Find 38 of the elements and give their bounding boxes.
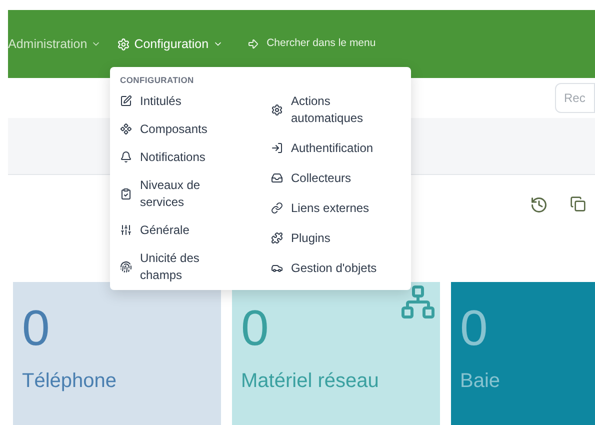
network-icon: [400, 284, 436, 320]
bell-icon: [120, 151, 132, 164]
diamonds-icon: [120, 123, 132, 136]
puzzle-icon: [271, 232, 283, 244]
menu-heading: CONFIGURATION: [120, 74, 194, 87]
menu-item[interactable]: Niveaux de services: [120, 176, 259, 211]
login-icon: [271, 142, 283, 154]
menu-item[interactable]: Générale: [120, 222, 259, 239]
inbox-icon: [271, 172, 283, 184]
menu-item[interactable]: Composants: [120, 120, 259, 138]
menu-item[interactable]: Notifications: [120, 148, 259, 166]
link-icon: [271, 202, 283, 214]
clipboard-icon: [120, 188, 132, 200]
menu-item[interactable]: Authentification: [271, 140, 393, 157]
history-icon[interactable]: [530, 196, 548, 214]
fingerprint-icon: [120, 260, 132, 273]
stat-label: Matériel réseau: [241, 369, 379, 394]
menu-item[interactable]: Liens externes: [271, 200, 393, 217]
stat-value: 0: [460, 299, 488, 358]
menu-item[interactable]: Intitulés: [120, 92, 259, 110]
stat-label: Baie: [460, 369, 500, 394]
pencil-icon: [120, 95, 132, 108]
menu-item[interactable]: Unicité des champs: [120, 250, 259, 284]
copy-icon[interactable]: [570, 196, 586, 212]
menu-item[interactable]: Plugins: [271, 230, 393, 247]
menu-item[interactable]: Collecteurs: [271, 170, 393, 187]
gear-icon: [117, 38, 130, 50]
stat-value: 0: [22, 299, 50, 358]
car-icon: [271, 262, 283, 274]
arrow-icon: [246, 38, 259, 50]
stat-value: 0: [241, 299, 269, 358]
stat-label: Téléphone: [22, 369, 117, 394]
nav-menu[interactable]: Configuration: [117, 34, 223, 54]
search-field[interactable]: Rec: [555, 83, 595, 113]
sliders-icon: [120, 224, 132, 236]
gear-icon: [271, 104, 283, 116]
menu-item[interactable]: Gestion d'objets: [271, 260, 393, 277]
menu-item[interactable]: Actions automatiques: [271, 92, 393, 127]
